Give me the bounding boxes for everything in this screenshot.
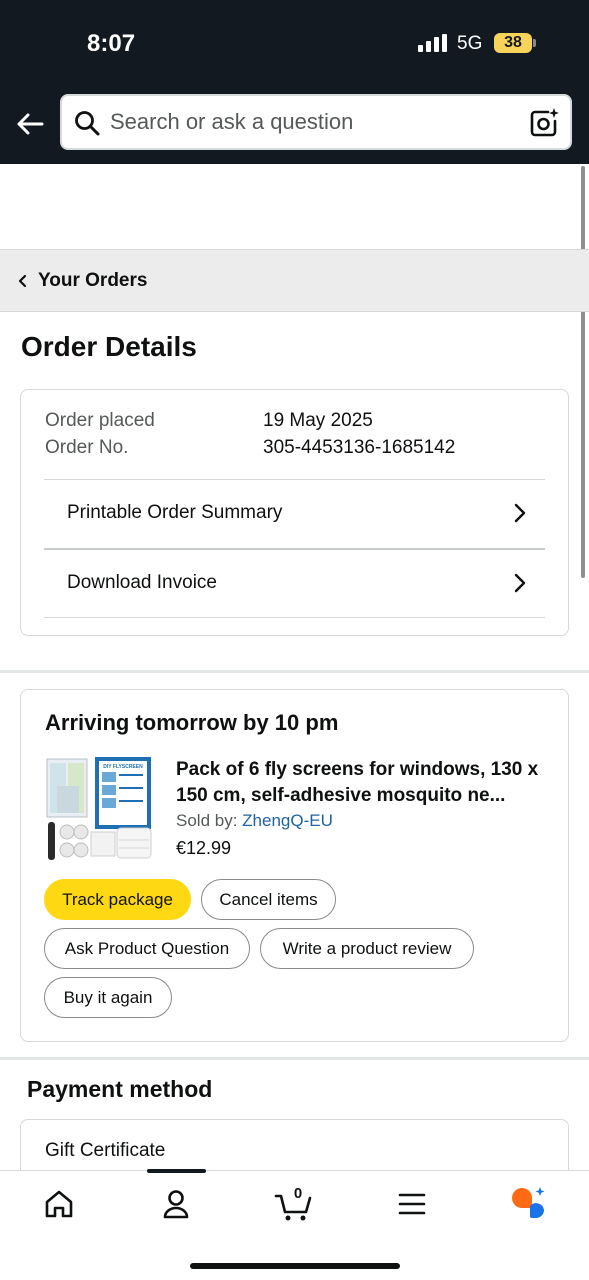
product-thumbnail[interactable]: DIY FLYSCREEN — [45, 756, 153, 862]
arrival-status: Arriving tomorrow by 10 pm — [45, 710, 339, 735]
rufus-assistant-icon[interactable] — [508, 1184, 548, 1224]
write-review-button[interactable]: Write a product review — [260, 928, 474, 969]
printable-order-summary-label: Printable Order Summary — [67, 502, 283, 523]
battery-icon: 38 — [494, 33, 532, 53]
track-package-button[interactable]: Track package — [44, 879, 191, 920]
network-type: 5G — [457, 33, 483, 54]
payment-method-value: Gift Certificate — [45, 1140, 166, 1161]
menu-icon[interactable] — [392, 1184, 432, 1224]
order-placed-value: 19 May 2025 — [263, 410, 373, 431]
thumbnail-text: DIY FLYSCREEN — [103, 764, 143, 770]
order-number-value: 305-4453136-1685142 — [263, 437, 456, 458]
status-time: 8:07 — [87, 30, 136, 57]
seller-link[interactable]: ZhengQ-EU — [242, 811, 333, 830]
camera-lens-icon[interactable] — [528, 107, 560, 139]
printable-order-summary-link[interactable]: Printable Order Summary — [44, 480, 545, 549]
battery-tip — [533, 39, 536, 47]
cart-count: 0 — [293, 1185, 303, 1202]
chevron-right-icon — [514, 503, 526, 523]
chevron-right-icon — [514, 573, 526, 593]
back-arrow-icon[interactable] — [14, 108, 46, 140]
product-title[interactable]: Pack of 6 fly screens for windows, 130 x… — [176, 757, 546, 809]
order-info-card: Order placed 19 May 2025 Order No. 305-4… — [20, 389, 569, 636]
ask-product-question-button[interactable]: Ask Product Question — [44, 928, 250, 969]
search-bar[interactable] — [60, 94, 572, 150]
search-input[interactable] — [110, 96, 520, 148]
search-icon — [75, 111, 100, 136]
breadcrumb[interactable]: Your Orders — [0, 249, 589, 312]
order-number-label: Order No. — [45, 437, 129, 458]
scrollbar[interactable] — [581, 166, 585, 578]
section-divider — [0, 670, 589, 673]
product-price: €12.99 — [176, 838, 232, 858]
active-tab-indicator — [147, 1169, 206, 1173]
home-indicator — [190, 1263, 400, 1269]
cancel-items-button[interactable]: Cancel items — [201, 879, 336, 920]
top-header: 8:07 5G 38 — [0, 0, 589, 164]
divider — [44, 617, 545, 618]
download-invoice-link[interactable]: Download Invoice — [44, 550, 545, 619]
cellular-signal-icon — [418, 34, 448, 52]
payment-method-title: Payment method — [27, 1076, 213, 1102]
breadcrumb-label: Your Orders — [38, 270, 148, 291]
sold-by-label: Sold by: — [176, 811, 238, 830]
section-divider — [0, 1057, 589, 1060]
page-title: Order Details — [21, 331, 197, 362]
order-placed-label: Order placed — [45, 410, 155, 431]
chevron-left-icon — [18, 274, 27, 288]
home-icon[interactable] — [39, 1184, 79, 1224]
sold-by: Sold by: ZhengQ-EU — [176, 811, 333, 831]
download-invoice-label: Download Invoice — [67, 572, 217, 593]
buy-again-button[interactable]: Buy it again — [44, 977, 172, 1018]
account-icon[interactable] — [156, 1184, 196, 1224]
shipment-card: Arriving tomorrow by 10 pm DIY FLYSCREEN… — [20, 689, 569, 1042]
